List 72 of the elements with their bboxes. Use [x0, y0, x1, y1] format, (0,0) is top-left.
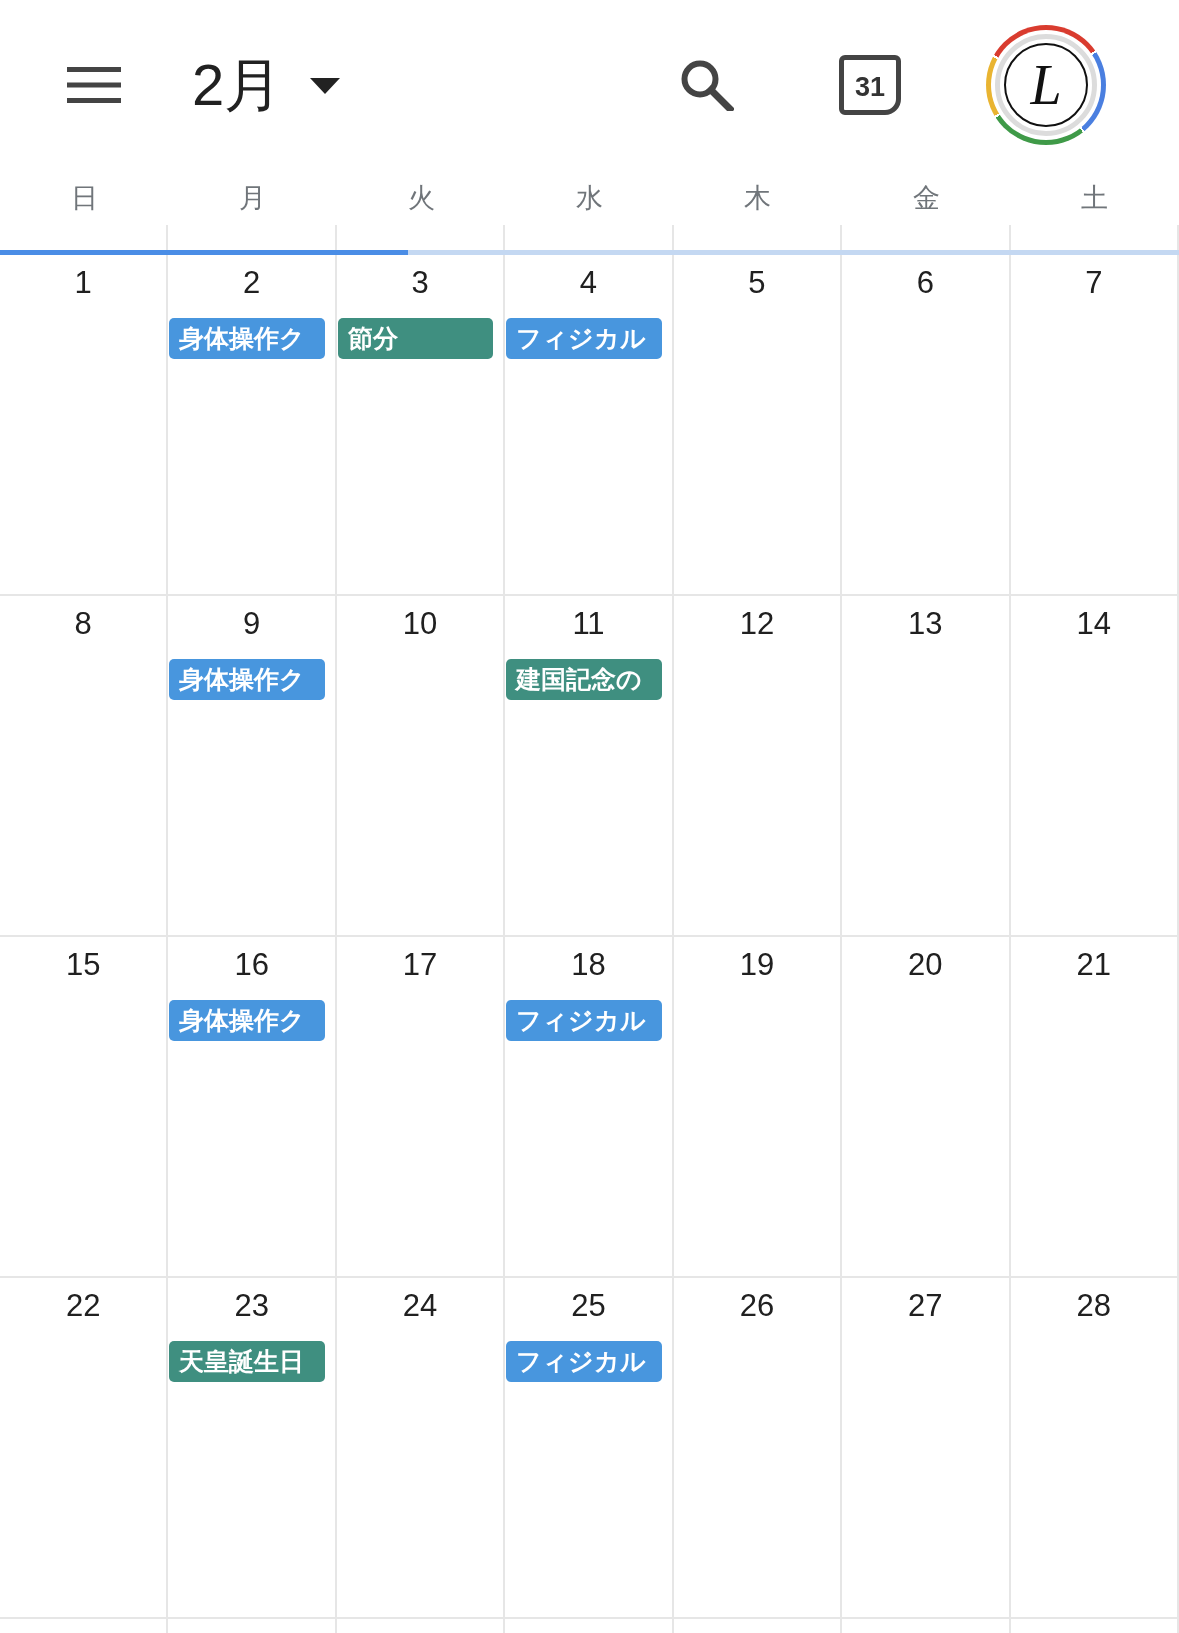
date-number: 1 [74, 264, 92, 302]
day-cell[interactable]: 12 [673, 596, 843, 935]
date-number: 2 [243, 264, 261, 302]
date-number: 8 [74, 605, 92, 643]
day-cell[interactable]: 5 [673, 255, 843, 594]
day-cell[interactable]: 7 [1010, 255, 1179, 594]
date-number: 21 [1076, 946, 1111, 984]
date-number: 3 [411, 264, 429, 302]
date-number: 26 [739, 1287, 775, 1325]
date-number: 18 [571, 946, 606, 984]
date-number: 9 [243, 605, 261, 643]
day-cell[interactable]: 17 [336, 937, 506, 1276]
day-cell[interactable]: 26 [673, 1278, 843, 1617]
day-cell[interactable]: 23 天皇誕生日 [168, 1278, 337, 1617]
day-cell[interactable]: 15 [0, 937, 169, 1276]
caret-icon [310, 78, 341, 94]
date-number: 7 [1085, 264, 1103, 302]
date-number: 10 [402, 605, 438, 643]
event-chip[interactable]: 建国記念の [506, 659, 662, 700]
day-cell[interactable]: 21 [1010, 937, 1179, 1276]
date-number: 14 [1076, 605, 1111, 643]
search-icon[interactable] [680, 59, 734, 111]
date-number: 12 [739, 605, 775, 643]
date-number: 13 [908, 605, 943, 643]
weekday-label: 水 [576, 181, 603, 215]
day-cell[interactable]: 10 [336, 596, 506, 935]
date-number: 17 [402, 946, 438, 984]
date-number: 4 [579, 264, 598, 302]
day-cell[interactable]: 8 [0, 596, 169, 935]
day-cell[interactable]: 4 フィジカル [505, 255, 674, 594]
day-cell[interactable]: 24 [336, 1278, 506, 1617]
date-number: 23 [234, 1287, 269, 1325]
date-number: 6 [916, 264, 934, 302]
day-cell[interactable]: 27 [842, 1278, 1011, 1617]
month-selector[interactable]: 2月 [192, 56, 341, 114]
date-number: 11 [572, 605, 605, 643]
event-chip[interactable]: 天皇誕生日 [169, 1341, 325, 1382]
account-avatar[interactable]: L [986, 25, 1106, 145]
day-cell[interactable]: 20 [842, 937, 1011, 1276]
date-number: 19 [739, 946, 775, 984]
day-cell[interactable]: 22 [0, 1278, 169, 1617]
day-cell[interactable]: 28 [1010, 1278, 1179, 1617]
weekday-label: 土 [1081, 181, 1109, 215]
day-cell[interactable]: 2 身体操作ク [168, 255, 337, 594]
date-number: 15 [65, 946, 101, 984]
event-chip[interactable]: 節分 [337, 318, 494, 359]
day-cell[interactable]: 11 建国記念の [505, 596, 674, 935]
menu-icon[interactable] [67, 67, 121, 103]
date-number: 28 [1076, 1287, 1111, 1325]
day-cell[interactable]: 25 フィジカル [505, 1278, 674, 1617]
day-cell[interactable]: 9 身体操作ク [168, 596, 337, 935]
day-cell[interactable]: 18 フィジカル [505, 937, 674, 1276]
day-cell[interactable]: 19 [673, 937, 843, 1276]
weekday-label: 金 [912, 181, 940, 215]
date-number: 5 [748, 264, 766, 302]
date-number: 24 [402, 1287, 438, 1325]
today-button[interactable]: 31 [839, 55, 901, 115]
date-number: 25 [571, 1287, 606, 1325]
date-number: 20 [908, 946, 943, 984]
date-number: 16 [234, 946, 269, 984]
weekday-label: 日 [70, 181, 98, 215]
weekday-label: 月 [239, 181, 267, 215]
weekday-label: 木 [744, 181, 772, 215]
date-number: 22 [65, 1287, 101, 1325]
day-cell[interactable]: 16 身体操作ク [168, 937, 337, 1276]
date-number: 27 [908, 1287, 943, 1325]
weekday-label: 火 [407, 181, 435, 215]
day-cell[interactable]: 13 [842, 596, 1011, 935]
day-cell[interactable]: 6 [842, 255, 1011, 594]
day-cell[interactable]: 3 節分 [336, 255, 506, 594]
day-cell[interactable]: 14 [1010, 596, 1179, 935]
day-cell[interactable]: 1 [0, 255, 169, 594]
